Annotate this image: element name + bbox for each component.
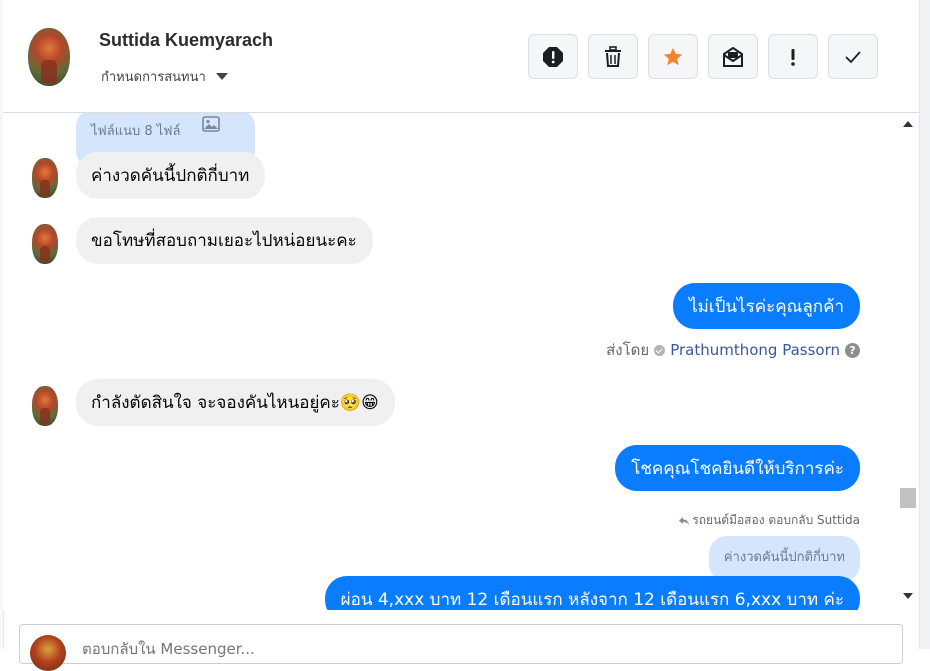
message-text: ผ่อน 4,xxx บาท 12 เดือนแรก หลังจาก 12 เด…: [340, 590, 844, 610]
attachment-count-label: ไฟล์แนบ 8 ไฟล์: [91, 124, 181, 139]
spam-button[interactable]: [528, 34, 578, 79]
assign-conversation-dropdown[interactable]: กำหนดการสนทนา: [101, 66, 228, 87]
important-button[interactable]: [768, 34, 818, 79]
scroll-down-arrow-icon[interactable]: [903, 593, 913, 599]
incoming-message[interactable]: ขอโทษที่สอบถามเยอะไปหน่อยนะคะ: [76, 217, 373, 264]
assign-conversation-label: กำหนดการสนทนา: [101, 70, 206, 85]
follow-up-button[interactable]: [648, 34, 698, 79]
message-text: โชคคุณโชคยินดีให้บริการค่ะ: [631, 459, 844, 479]
reply-arrow-icon: [679, 516, 690, 525]
reply-composer[interactable]: [19, 624, 903, 671]
sender-avatar[interactable]: [32, 224, 58, 264]
outgoing-message[interactable]: ไม่เป็นไรค่ะคุณลูกค้า: [673, 283, 860, 329]
mark-unread-button[interactable]: [708, 34, 758, 79]
message-text: ค่างวดคันนี้ปกติกี่บาท: [91, 166, 250, 186]
sent-by-name[interactable]: Prathumthong Passorn: [670, 341, 840, 359]
sender-avatar[interactable]: [32, 158, 58, 198]
reply-meta-text: รถยนต์มือสอง ตอบกลับ Suttida: [692, 513, 860, 527]
scrollbar-thumb[interactable]: [900, 488, 916, 508]
check-icon: [845, 50, 861, 63]
message-thread[interactable]: ไฟล์แนบ 8 ไฟล์ ค่างวดคันนี้ปกติกี่บาท ขอ…: [3, 113, 899, 610]
incoming-message[interactable]: กำลังตัดสินใจ จะจองคันไหนอยู่คะ🥺😁: [76, 379, 395, 426]
message-text: ไม่เป็นไรค่ะคุณลูกค้า: [689, 297, 844, 317]
message-text: ขอโทษที่สอบถามเยอะไปหน่อยนะคะ: [91, 231, 357, 251]
help-icon[interactable]: ?: [845, 342, 860, 358]
outgoing-message[interactable]: ผ่อน 4,xxx บาท 12 เดือนแรก หลังจาก 12 เด…: [324, 576, 860, 610]
reply-input[interactable]: [80, 639, 584, 659]
scroll-up-arrow-icon[interactable]: [903, 121, 913, 127]
page-avatar: [30, 635, 66, 671]
thread-scrollbar[interactable]: [899, 113, 917, 610]
sent-by-label: ส่งโดย: [606, 341, 650, 359]
star-icon: [663, 47, 683, 65]
verified-check-icon: [654, 344, 666, 356]
alert-octagon-icon: [543, 46, 563, 67]
done-button[interactable]: [828, 34, 878, 79]
inbox-conversation-window: Suttida Kuemyarach กำหนดการสนทนา ไฟล์แนบ…: [0, 0, 930, 671]
conversation-header: Suttida Kuemyarach กำหนดการสนทนา: [3, 0, 919, 113]
trash-icon: [605, 45, 621, 67]
reply-meta: รถยนต์มือสอง ตอบกลับ Suttida: [678, 511, 860, 530]
contact-avatar[interactable]: [28, 28, 70, 86]
mark-unread-icon: [723, 46, 743, 67]
sent-by-info: ส่งโดย Prathumthong Passorn ?: [606, 338, 860, 362]
message-text: กำลังตัดสินใจ จะจองคันไหนอยู่คะ🥺😁: [91, 393, 379, 413]
incoming-message[interactable]: ค่างวดคันนี้ปกติกี่บาท: [76, 152, 266, 199]
sender-avatar[interactable]: [32, 386, 58, 426]
contact-name[interactable]: Suttida Kuemyarach: [99, 30, 273, 51]
right-panel-edge: [919, 0, 930, 649]
outgoing-message[interactable]: โชคคุณโชคยินดีให้บริการค่ะ: [615, 445, 860, 491]
caret-down-icon: [215, 73, 228, 80]
image-icon: [202, 116, 220, 132]
exclamation-icon: [791, 48, 795, 66]
quoted-text: ค่างวดคันนี้ปกติกี่บาท: [723, 550, 845, 565]
delete-button[interactable]: [588, 34, 638, 79]
